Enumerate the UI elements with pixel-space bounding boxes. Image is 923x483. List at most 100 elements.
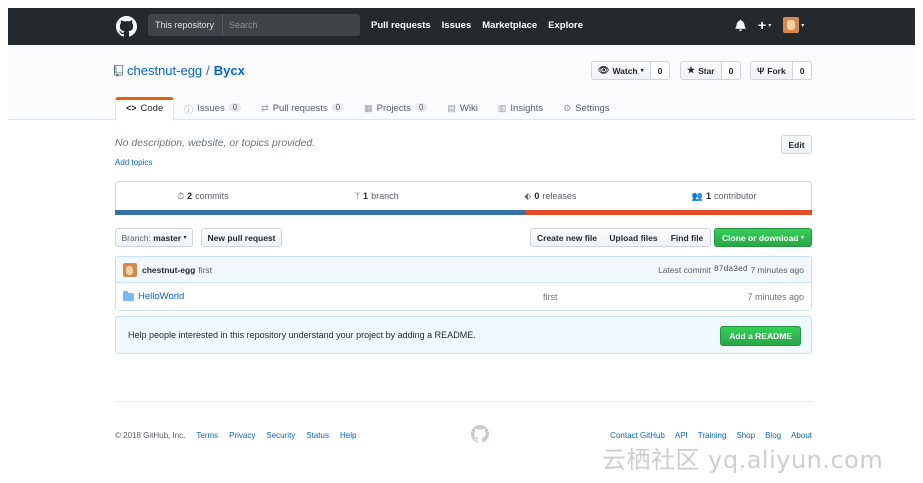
contributors-label: contributor xyxy=(713,191,757,201)
find-file-button[interactable]: Find file xyxy=(664,228,711,247)
chevron-down-icon: ▾ xyxy=(768,22,772,29)
numbers-summary: ⏱ 2 commits ᛘ 1 branch ⬖ 0 releases 👥 1 … xyxy=(115,181,812,210)
add-topics-link[interactable]: Add topics xyxy=(115,158,152,167)
repository-header: chestnut-egg / Bycx 👁 Watch ▾ 0 ★ Star 0… xyxy=(8,45,915,121)
language-bar[interactable] xyxy=(115,210,812,215)
footer-link-contact[interactable]: Contact GitHub xyxy=(610,431,665,440)
footer-link-training[interactable]: Training xyxy=(698,431,727,440)
repo-owner-link[interactable]: chestnut-egg xyxy=(127,63,202,78)
clone-or-download-button[interactable]: Clone or download ▾ xyxy=(714,228,812,247)
chevron-down-icon: ▾ xyxy=(640,68,644,74)
releases-link[interactable]: ⬖ 0 releases xyxy=(464,182,638,210)
footer-right: Contact GitHub API Training Shop Blog Ab… xyxy=(610,431,812,440)
github-logo-icon[interactable] xyxy=(471,425,489,443)
folder-icon xyxy=(123,290,134,301)
footer-link-blog[interactable]: Blog xyxy=(765,431,781,440)
site-footer: © 2018 GitHub, Inc. Terms Privacy Securi… xyxy=(115,401,812,443)
table-row: HelloWorld first 7 minutes ago xyxy=(116,283,811,310)
branch-select-button[interactable]: Branch: master ▾ xyxy=(115,228,193,247)
avatar[interactable] xyxy=(123,262,137,277)
commits-label: commits xyxy=(195,191,229,201)
tab-counter: 0 xyxy=(228,103,242,112)
tab-label: Settings xyxy=(575,103,610,114)
branch-select-value: master xyxy=(153,232,182,243)
latest-commit-label: Latest commit xyxy=(658,264,711,275)
file-name-link[interactable]: HelloWorld xyxy=(138,291,543,302)
footer-link-security[interactable]: Security xyxy=(266,431,295,440)
repo-name-link[interactable]: Bycx xyxy=(214,63,245,78)
tab-wiki[interactable]: ▤ Wiki xyxy=(437,97,487,120)
header-nav: Pull requests Issues Marketplace Explore xyxy=(371,20,583,31)
footer-link-help[interactable]: Help xyxy=(340,431,356,440)
new-pull-request-button[interactable]: New pull request xyxy=(201,228,282,247)
branch-icon: ᛘ xyxy=(354,191,361,201)
chevron-down-icon: ▾ xyxy=(800,235,804,241)
tab-counter: 0 xyxy=(331,103,345,112)
contributors-count: 1 xyxy=(705,191,711,201)
star-button[interactable]: ★ Star xyxy=(680,61,722,80)
language-bar-primary xyxy=(115,210,527,215)
create-new-dropdown[interactable]: + ▾ xyxy=(758,17,771,33)
avatar xyxy=(783,17,800,33)
nav-pull-requests[interactable]: Pull requests xyxy=(371,20,431,31)
github-logo-icon[interactable] xyxy=(116,16,137,37)
upload-files-button[interactable]: Upload files xyxy=(603,228,665,247)
tab-projects[interactable]: ▦ Projects 0 xyxy=(354,97,437,120)
footer-link-terms[interactable]: Terms xyxy=(196,431,218,440)
releases-count: 0 xyxy=(534,191,540,201)
repo-title: chestnut-egg / Bycx xyxy=(114,63,245,78)
tab-settings[interactable]: ⚙ Settings xyxy=(553,97,619,120)
tab-code[interactable]: <> Code xyxy=(115,97,175,121)
header-actions: + ▾ ▾ xyxy=(735,17,804,33)
file-commit-message-link[interactable]: first xyxy=(543,292,558,302)
user-menu-dropdown[interactable]: ▾ xyxy=(783,17,804,33)
nav-issues[interactable]: Issues xyxy=(442,20,472,31)
chevron-down-icon: ▾ xyxy=(183,235,187,241)
readme-prompt-banner: Help people interested in this repositor… xyxy=(115,316,812,354)
commit-message-link[interactable]: first xyxy=(198,265,212,275)
fork-icon: Ψ xyxy=(757,65,765,76)
footer-link-status[interactable]: Status xyxy=(306,431,329,440)
fork-button[interactable]: Ψ Fork xyxy=(750,61,793,80)
browser-page: This repository Search Pull requests Iss… xyxy=(8,8,915,475)
tab-label: Issues xyxy=(197,103,225,114)
fork-count[interactable]: 0 xyxy=(792,61,813,80)
search-input[interactable]: Search xyxy=(223,20,258,30)
search-scope-label: This repository xyxy=(148,14,224,36)
edit-description-button[interactable]: Edit xyxy=(781,135,812,154)
contributors-link[interactable]: 👥 1 contributor xyxy=(637,182,811,210)
tab-insights[interactable]: ▥ Insights xyxy=(488,97,553,120)
notifications-bell-icon[interactable] xyxy=(735,19,746,31)
branches-label: branch xyxy=(371,191,399,201)
fork-label: Fork xyxy=(767,65,786,76)
people-icon: 👥 xyxy=(691,190,703,201)
graph-icon: ▥ xyxy=(497,103,507,113)
footer-link-shop[interactable]: Shop xyxy=(736,431,755,440)
star-count[interactable]: 0 xyxy=(721,61,742,80)
watch-button[interactable]: 👁 Watch ▾ xyxy=(591,61,651,80)
footer-link-about[interactable]: About xyxy=(791,431,812,440)
commit-sha-link[interactable]: 87da3ed xyxy=(714,265,748,275)
create-new-file-button[interactable]: Create new file xyxy=(530,228,604,247)
nav-marketplace[interactable]: Marketplace xyxy=(482,20,537,31)
footer-link-api[interactable]: API xyxy=(675,431,688,440)
tab-issues[interactable]: ⓘ Issues 0 xyxy=(174,97,251,120)
commit-age: 7 minutes ago xyxy=(750,264,804,275)
nav-explore[interactable]: Explore xyxy=(548,20,583,31)
latest-commit: Latest commit 87da3ed 7 minutes ago xyxy=(658,265,804,275)
branches-link[interactable]: ᛘ 1 branch xyxy=(290,182,464,210)
plus-icon: + xyxy=(758,17,767,33)
add-readme-button[interactable]: Add a README xyxy=(720,326,801,346)
tab-pull-requests[interactable]: ⇄ Pull requests 0 xyxy=(251,97,354,120)
releases-label: releases xyxy=(542,191,577,201)
search-box[interactable]: This repository Search xyxy=(148,14,360,36)
footer-link-privacy[interactable]: Privacy xyxy=(229,431,255,440)
tab-label: Wiki xyxy=(459,103,478,114)
code-icon: <> xyxy=(126,103,137,113)
watch-count[interactable]: 0 xyxy=(650,61,671,80)
commits-link[interactable]: ⏱ 2 commits xyxy=(116,182,290,210)
footer-copyright: © 2018 GitHub, Inc. xyxy=(115,431,186,440)
branches-count: 1 xyxy=(363,191,369,201)
commit-author-link[interactable]: chestnut-egg xyxy=(142,265,195,275)
global-header: This repository Search Pull requests Iss… xyxy=(8,8,915,45)
